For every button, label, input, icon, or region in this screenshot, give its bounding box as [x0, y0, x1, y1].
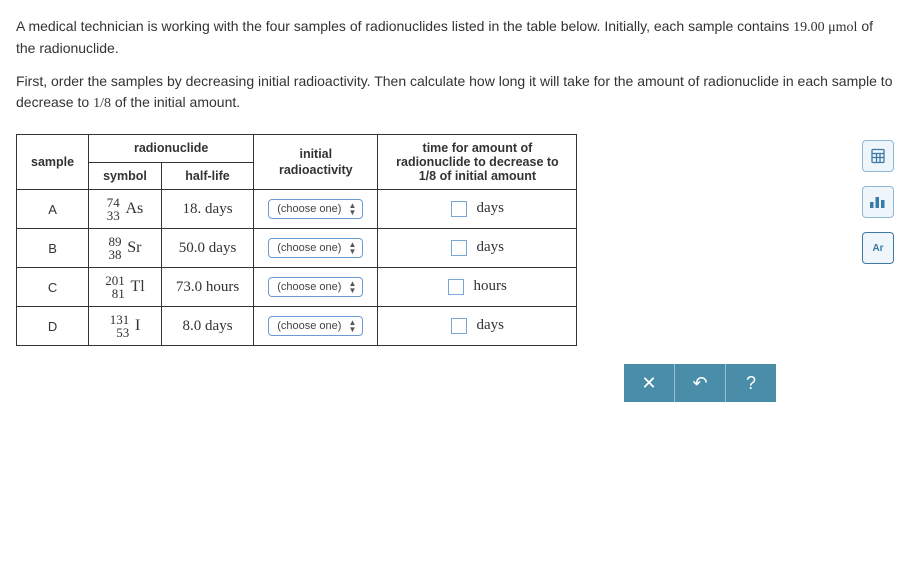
header-time-column: time for amount of radionuclide to decre… [378, 135, 577, 190]
radioactivity-dropdown[interactable]: (choose one) [268, 238, 363, 258]
radioactivity-dropdown[interactable]: (choose one) [268, 199, 363, 219]
calculator-icon [870, 148, 886, 164]
chevron-updown-icon [348, 319, 356, 333]
cell-sample: C [17, 268, 89, 307]
time-unit: days [476, 240, 504, 256]
periodic-table-icon: Ar [872, 243, 883, 254]
cell-half-life: 73.0 hours [161, 268, 253, 307]
cell-symbol: 7433 As [89, 190, 162, 229]
cell-time: days [378, 190, 577, 229]
chevron-updown-icon [348, 280, 356, 294]
time-input[interactable] [448, 279, 464, 295]
cell-radioactivity: (choose one) [254, 190, 378, 229]
table-row: D 13153 I 8.0 days (choose one) days [17, 307, 577, 346]
table-row: A 7433 As 18. days (choose one) days [17, 190, 577, 229]
header-half-life: half-life [161, 162, 253, 190]
radioactivity-dropdown[interactable]: (choose one) [268, 316, 363, 336]
cell-sample: A [17, 190, 89, 229]
cell-symbol: 13153 I [89, 307, 162, 346]
cell-half-life: 18. days [161, 190, 253, 229]
undo-button[interactable]: ↶ [675, 364, 726, 402]
cell-radioactivity: (choose one) [254, 268, 378, 307]
header-symbol: symbol [89, 162, 162, 190]
header-time-l1: time for amount of [392, 141, 562, 155]
time-unit: days [476, 318, 504, 334]
cell-time: hours [378, 268, 577, 307]
cell-radioactivity: (choose one) [254, 307, 378, 346]
radioactivity-dropdown[interactable]: (choose one) [268, 277, 363, 297]
chevron-updown-icon [348, 241, 356, 255]
cell-half-life: 8.0 days [161, 307, 253, 346]
action-button-group: ✕ ↶ ? [624, 364, 776, 402]
calculator-button[interactable] [862, 140, 894, 172]
stats-button[interactable] [862, 186, 894, 218]
time-unit: hours [474, 279, 507, 295]
chooser-label: (choose one) [277, 242, 341, 254]
header-time-l3: 1/8 of initial amount [392, 169, 562, 183]
header-initial-radioactivity: initialradioactivity [254, 135, 378, 190]
side-tools: Ar [862, 140, 894, 264]
time-input[interactable] [451, 240, 467, 256]
chooser-label: (choose one) [277, 203, 341, 215]
chevron-updown-icon [348, 202, 356, 216]
bar-chart-icon [869, 194, 887, 210]
time-input[interactable] [451, 318, 467, 334]
cell-radioactivity: (choose one) [254, 229, 378, 268]
cell-symbol: 20181 Tl [89, 268, 162, 307]
cell-time: days [378, 229, 577, 268]
help-button[interactable]: ? [726, 364, 776, 402]
data-table: sample radionuclide initialradioactivity… [16, 134, 577, 346]
undo-icon: ↶ [692, 373, 707, 394]
time-unit: days [476, 201, 504, 217]
header-radionuclide: radionuclide [89, 135, 254, 163]
cell-half-life: 50.0 days [161, 229, 253, 268]
q-p1-a: A medical technician is working with the… [16, 18, 793, 34]
cell-time: days [378, 307, 577, 346]
chooser-label: (choose one) [277, 281, 341, 293]
header-sample: sample [17, 135, 89, 190]
q-amount: 19.00 μmol [793, 20, 857, 35]
question-text: A medical technician is working with the… [16, 16, 896, 114]
q-p2-b: of the initial amount. [115, 94, 240, 110]
table-row: B 8938 Sr 50.0 days (choose one) days [17, 229, 577, 268]
periodic-table-button[interactable]: Ar [862, 232, 894, 264]
cell-sample: B [17, 229, 89, 268]
q-frac: 1/8 [93, 96, 111, 111]
table-row: C 20181 Tl 73.0 hours (choose one) hours [17, 268, 577, 307]
help-icon: ? [746, 373, 756, 394]
close-icon: ✕ [641, 373, 656, 394]
close-button[interactable]: ✕ [624, 364, 675, 402]
chooser-label: (choose one) [277, 320, 341, 332]
cell-symbol: 8938 Sr [89, 229, 162, 268]
time-input[interactable] [451, 201, 467, 217]
action-bar: ✕ ↶ ? [16, 364, 776, 402]
cell-sample: D [17, 307, 89, 346]
header-time-l2: radionuclide to decrease to [392, 155, 562, 169]
